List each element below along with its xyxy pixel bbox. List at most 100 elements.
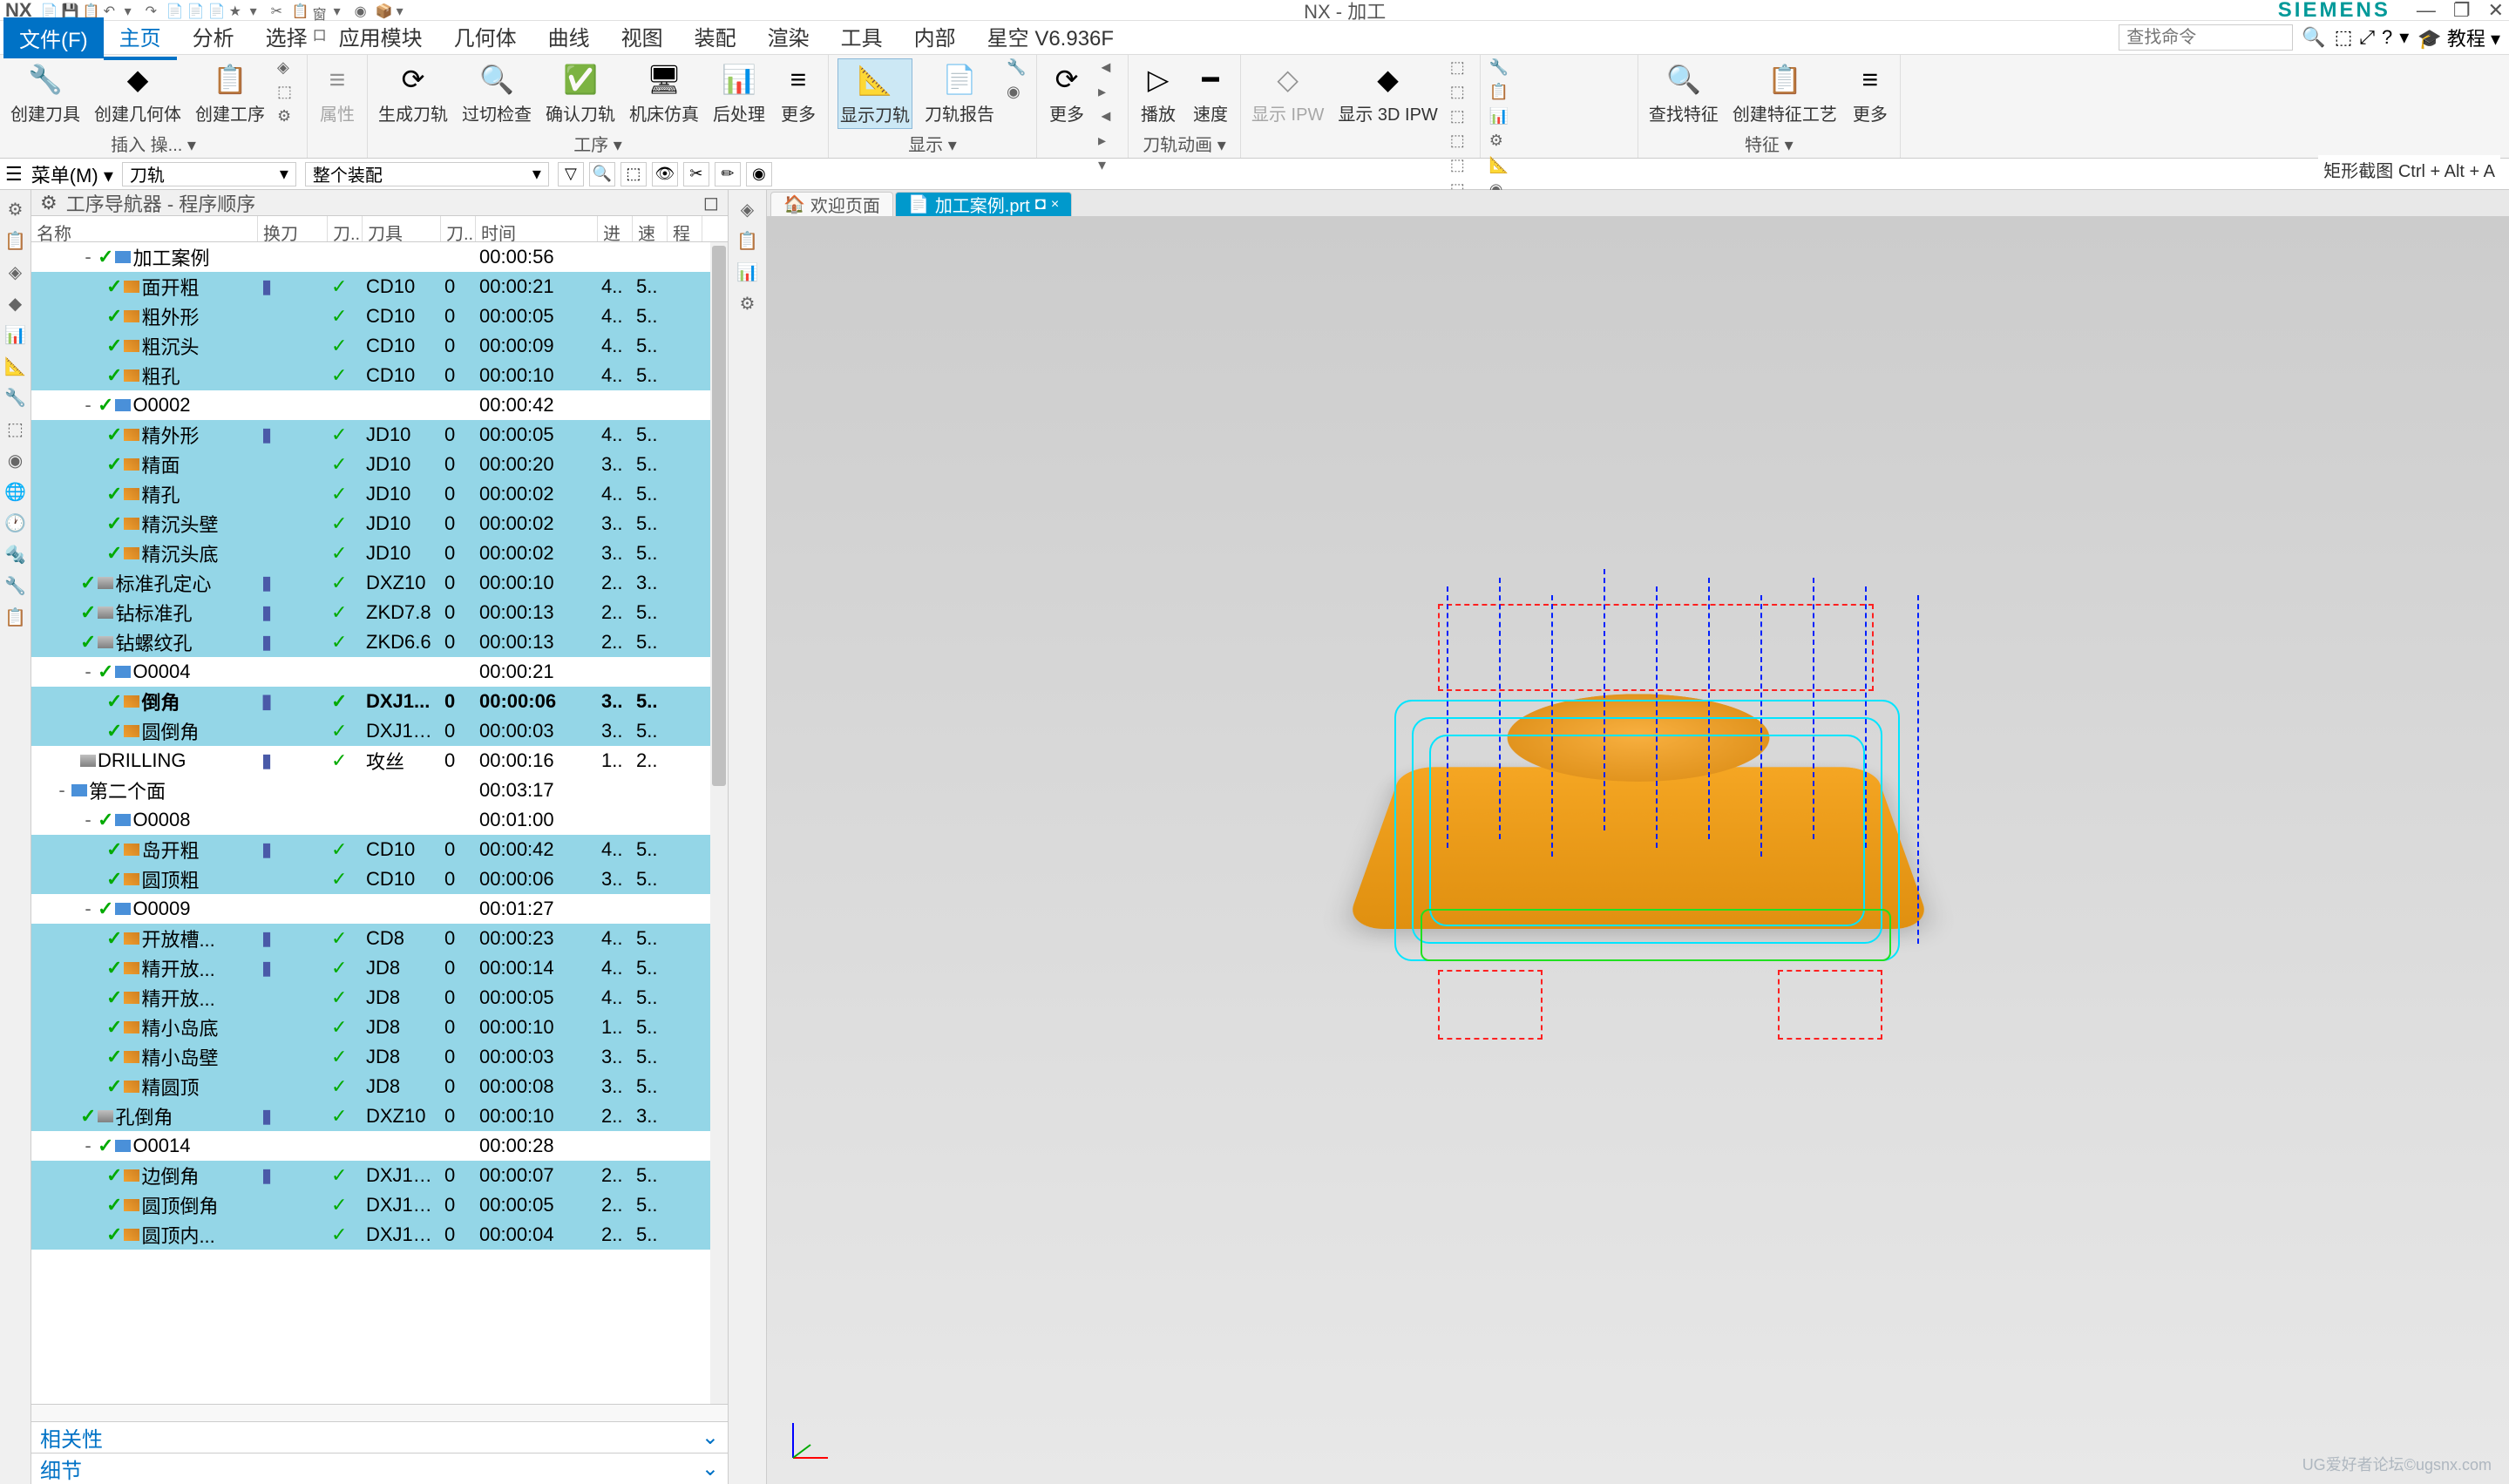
ribbon-更多[interactable]: ≡更多 bbox=[777, 58, 819, 127]
tree-row[interactable]: ✓精沉头壁✓JD10000:00:023..5.. bbox=[31, 509, 728, 539]
col-t2[interactable]: 刀.. bbox=[441, 216, 476, 241]
tab-工具[interactable]: 工具 bbox=[825, 16, 898, 60]
col-speed[interactable]: 速 bbox=[633, 216, 668, 241]
ribbon-small-icon-4-1[interactable]: ▸ bbox=[1098, 83, 1119, 104]
navigator-tree[interactable]: -✓加工案例00:00:56✓面开粗▮✓CD10000:00:214..5..✓… bbox=[31, 242, 728, 1404]
ribbon-创建刀具[interactable]: 🔧创建刀具 bbox=[9, 58, 82, 127]
ribbon-small-icon-6-1[interactable]: ⬚ bbox=[1450, 83, 1471, 104]
expand-icon[interactable]: - bbox=[80, 394, 96, 417]
ribbon-播放[interactable]: ▷播放 bbox=[1137, 58, 1179, 127]
mid-icon-3[interactable]: ⚙ bbox=[736, 291, 760, 315]
tree-row[interactable]: ✓精沉头底✓JD10000:00:023..5.. bbox=[31, 539, 728, 568]
resource-icon-6[interactable]: 🔧 bbox=[3, 385, 28, 410]
filter-dropdown-1[interactable]: 刀轨▾ bbox=[122, 162, 296, 186]
filter-dropdown-2[interactable]: 整个装配▾ bbox=[305, 162, 549, 186]
ribbon-small-icon-3-1[interactable]: ◉ bbox=[1007, 83, 1027, 104]
ribbon-small-icon-4-3[interactable]: ▸ bbox=[1098, 132, 1119, 152]
ribbon-small-icon-7-2[interactable]: 📊 bbox=[1489, 107, 1510, 128]
ribbon-small-icon-7-3[interactable]: ⚙ bbox=[1489, 132, 1510, 152]
tree-row[interactable]: -✓O000900:01:27 bbox=[31, 894, 728, 924]
restore-button[interactable]: ❐ bbox=[2453, 0, 2471, 22]
expand-icon[interactable]: - bbox=[80, 1135, 96, 1157]
ribbon-创建工序[interactable]: 📋创建工序 bbox=[193, 58, 267, 127]
tab-应用模块[interactable]: 应用模块 bbox=[323, 16, 438, 60]
help-icon-0[interactable]: ⬚ bbox=[2335, 26, 2353, 49]
tree-row[interactable]: ✓圆倒角✓DXJ10...000:00:033..5.. bbox=[31, 716, 728, 746]
tab-几何体[interactable]: 几何体 bbox=[438, 16, 532, 60]
resource-icon-9[interactable]: 🌐 bbox=[3, 479, 28, 504]
ribbon-small-icon-6-2[interactable]: ⬚ bbox=[1450, 107, 1471, 128]
pin-icon[interactable]: ◻ bbox=[703, 192, 719, 214]
tree-row[interactable]: ✓精外形▮✓JD10000:00:054..5.. bbox=[31, 420, 728, 450]
resource-icon-13[interactable]: 📋 bbox=[3, 605, 28, 629]
ribbon-确认刀轨[interactable]: ✅确认刀轨 bbox=[544, 58, 617, 127]
resource-icon-11[interactable]: 🔩 bbox=[3, 542, 28, 566]
tree-row[interactable]: -✓O000400:00:21 bbox=[31, 657, 728, 687]
ribbon-显示刀轨[interactable]: 📐显示刀轨 bbox=[837, 58, 912, 129]
col-name[interactable]: 名称 bbox=[31, 216, 258, 241]
tree-row[interactable]: ✓岛开粗▮✓CD10000:00:424..5.. bbox=[31, 835, 728, 864]
tab-视图[interactable]: 视图 bbox=[606, 16, 679, 60]
resource-icon-10[interactable]: 🕐 bbox=[3, 511, 28, 535]
ribbon-small-icon-6-4[interactable]: ⬚ bbox=[1450, 156, 1471, 177]
expand-icon[interactable]: - bbox=[80, 661, 96, 683]
selection-icon-1[interactable]: 🔍 bbox=[589, 162, 615, 186]
file-menu[interactable]: 文件(F) bbox=[3, 17, 104, 58]
resource-icon-4[interactable]: 📊 bbox=[3, 322, 28, 347]
selection-icon-6[interactable]: ◉ bbox=[746, 162, 772, 186]
tree-row[interactable]: ✓边倒角▮✓DXJ10...000:00:072..5.. bbox=[31, 1161, 728, 1190]
resource-icon-1[interactable]: 📋 bbox=[3, 228, 28, 253]
ribbon-small-icon-0-1[interactable]: ⬚ bbox=[277, 83, 298, 104]
tree-row[interactable]: ✓粗孔✓CD10000:00:104..5.. bbox=[31, 361, 728, 390]
tree-row[interactable]: ✓精面✓JD10000:00:203..5.. bbox=[31, 450, 728, 479]
resource-icon-2[interactable]: ◈ bbox=[3, 260, 28, 284]
tree-row[interactable]: -✓O000800:01:00 bbox=[31, 805, 728, 835]
ribbon-small-icon-0-0[interactable]: ◈ bbox=[277, 58, 298, 79]
tab-星空 V6.936F[interactable]: 星空 V6.936F bbox=[972, 16, 1129, 60]
resource-icon-3[interactable]: ◆ bbox=[3, 291, 28, 315]
tree-row[interactable]: ✓圆顶倒角✓DXJ10...000:00:052..5.. bbox=[31, 1190, 728, 1220]
tab-装配[interactable]: 装配 bbox=[679, 16, 752, 60]
mid-icon-2[interactable]: 📊 bbox=[736, 260, 760, 284]
tree-row[interactable]: ✓开放槽...▮✓CD8000:00:234..5.. bbox=[31, 924, 728, 953]
tree-row[interactable]: ✓精小岛壁✓JD8000:00:033..5.. bbox=[31, 1042, 728, 1072]
ribbon-small-icon-6-0[interactable]: ⬚ bbox=[1450, 58, 1471, 79]
ribbon-过切检查[interactable]: 🔍过切检查 bbox=[460, 58, 533, 127]
tree-row[interactable]: -第二个面00:03:17 bbox=[31, 776, 728, 805]
tree-row[interactable]: ✓精小岛底✓JD8000:00:101..5.. bbox=[31, 1013, 728, 1042]
ribbon-后处理[interactable]: 📊后处理 bbox=[711, 58, 767, 127]
resource-icon-5[interactable]: 📐 bbox=[3, 354, 28, 378]
tree-row[interactable]: ✓孔倒角▮✓DXZ10000:00:102..3.. bbox=[31, 1101, 728, 1131]
ribbon-创建特征工艺[interactable]: 📋创建特征工艺 bbox=[1731, 58, 1839, 127]
hamburger-icon[interactable]: ☰ bbox=[5, 163, 23, 186]
col-tool[interactable]: 刀具 bbox=[363, 216, 441, 241]
tree-row[interactable]: ✓圆顶内...✓DXJ10...000:00:042..5.. bbox=[31, 1220, 728, 1250]
col-t1[interactable]: 刀.. bbox=[328, 216, 363, 241]
tree-row[interactable]: ✓精圆顶✓JD8000:00:083..5.. bbox=[31, 1072, 728, 1101]
close-button[interactable]: ✕ bbox=[2488, 0, 2504, 22]
tab-内部[interactable]: 内部 bbox=[898, 16, 972, 60]
tree-row[interactable]: ✓钻螺纹孔▮✓ZKD6.6000:00:132..5.. bbox=[31, 627, 728, 657]
tab-主页[interactable]: 主页 bbox=[104, 16, 177, 60]
ribbon-创建几何体[interactable]: ◆创建几何体 bbox=[92, 58, 183, 127]
col-feed[interactable]: 进 bbox=[598, 216, 633, 241]
selection-icon-4[interactable]: ✂ bbox=[683, 162, 709, 186]
tree-row[interactable]: -✓O001400:00:28 bbox=[31, 1131, 728, 1161]
ribbon-生成刀轨[interactable]: ⟳生成刀轨 bbox=[376, 58, 450, 127]
scrollbar[interactable] bbox=[710, 242, 728, 1404]
help-icon-2[interactable]: ? bbox=[2382, 26, 2392, 49]
qat-icon-2[interactable]: 📋 bbox=[83, 3, 98, 18]
mid-icon-0[interactable]: ◈ bbox=[736, 197, 760, 221]
selection-icon-0[interactable]: ▽ bbox=[558, 162, 584, 186]
tab-曲线[interactable]: 曲线 bbox=[532, 16, 606, 60]
ribbon-更多[interactable]: ≡更多 bbox=[1849, 58, 1891, 127]
ribbon-small-icon-6-3[interactable]: ⬚ bbox=[1450, 132, 1471, 152]
ribbon-更多[interactable]: ⟳更多 bbox=[1046, 58, 1088, 127]
tree-row[interactable]: ✓倒角▮✓DXJ1...000:00:063..5.. bbox=[31, 687, 728, 716]
tree-row[interactable]: ✓圆顶粗✓CD10000:00:063..5.. bbox=[31, 864, 728, 894]
ribbon-small-icon-4-2[interactable]: ◄ bbox=[1098, 107, 1119, 128]
tree-row[interactable]: ✓标准孔定心▮✓DXZ10000:00:102..3.. bbox=[31, 568, 728, 598]
selection-icon-3[interactable]: 👁 bbox=[652, 162, 678, 186]
doc-tab-欢迎页面[interactable]: 🏠欢迎页面 bbox=[770, 192, 893, 216]
details-panel[interactable]: 细节⌄ bbox=[31, 1453, 728, 1484]
